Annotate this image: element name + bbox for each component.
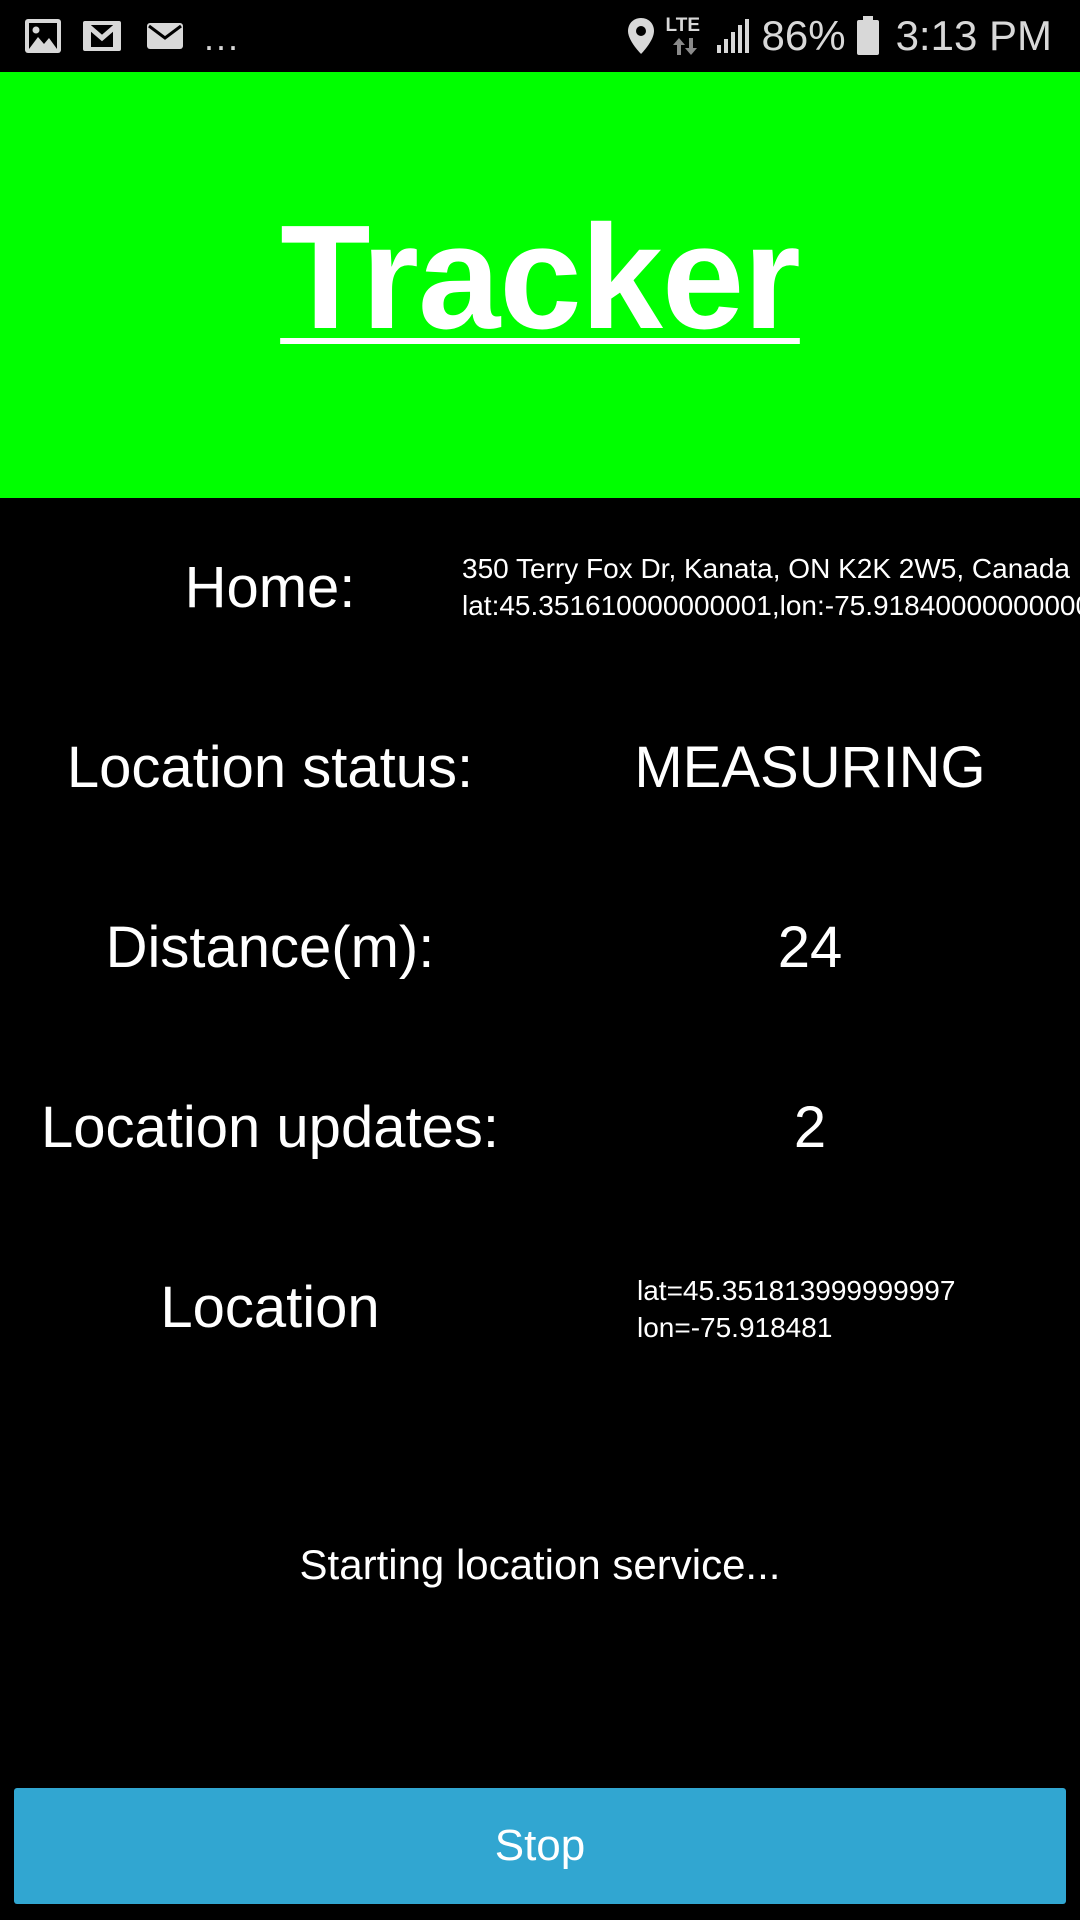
- gallery-icon: [24, 18, 62, 54]
- signal-icon: [716, 18, 752, 54]
- home-coordinates: lat:45.351610000000001,lon:-75.918400000…: [462, 590, 1080, 621]
- stop-button[interactable]: Stop: [14, 1788, 1066, 1904]
- system-icons: LTE 86% 3:13 PM: [626, 12, 1052, 60]
- location-updates-label: Location updates:: [41, 1095, 499, 1160]
- home-value: 350 Terry Fox Dr, Kanata, ON K2K 2W5, Ca…: [462, 550, 1080, 624]
- app-title: Tracker: [280, 195, 801, 360]
- battery-percent: 86%: [761, 12, 846, 59]
- battery-icon: [856, 16, 880, 56]
- app-header: Tracker: [0, 72, 1080, 498]
- location-label: Location: [160, 1275, 380, 1340]
- service-status-message: Starting location service...: [299, 1541, 781, 1588]
- location-status-value: MEASURING: [634, 735, 986, 800]
- home-label: Home:: [184, 555, 356, 620]
- email-icon: [146, 21, 184, 51]
- notification-icons: ...: [24, 14, 240, 58]
- location-lat: lat=45.351813999999997: [637, 1275, 956, 1306]
- status-bar: ... LTE 86% 3:13 PM: [0, 0, 1080, 72]
- location-value: lat=45.351813999999997 lon=-75.918481: [637, 1272, 1057, 1346]
- clock: 3:13 PM: [895, 12, 1052, 59]
- distance-label: Distance(m):: [105, 915, 435, 980]
- distance-value: 24: [777, 915, 843, 980]
- home-address: 350 Terry Fox Dr, Kanata, ON K2K 2W5, Ca…: [462, 553, 1071, 584]
- gmail-icon: [82, 18, 126, 54]
- location-updates-value: 2: [793, 1095, 827, 1160]
- location-lon: lon=-75.918481: [637, 1312, 833, 1343]
- location-status-label: Location status:: [66, 735, 474, 800]
- location-icon: [626, 16, 656, 56]
- lte-icon: LTE: [666, 14, 706, 58]
- more-notifications-indicator: ...: [204, 17, 241, 58]
- lte-label: LTE: [665, 15, 700, 36]
